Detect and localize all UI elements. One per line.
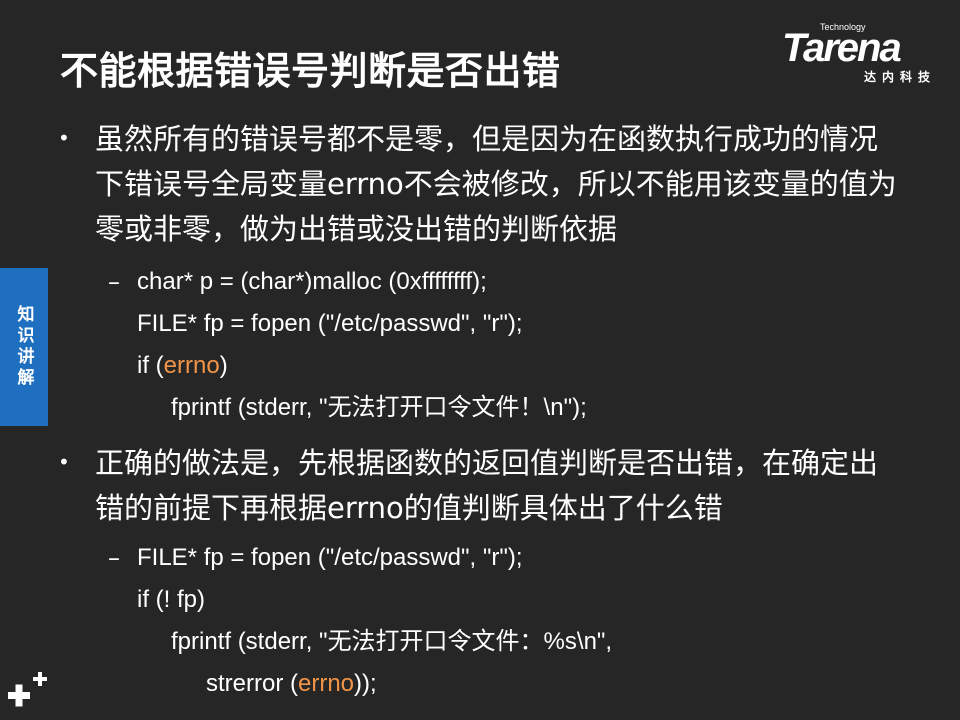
code-text: )); [354,670,377,697]
code-highlight-errno: errno [298,670,355,697]
dash-marker: – [108,544,120,572]
code-line: if (errno) [137,345,228,387]
code-highlight-errno: errno [163,352,220,379]
plus-decoration-icon [8,672,47,707]
slide-content: • 虽然所有的错误号都不是零，但是因为在函数执行成功的情况下错误号全局变量err… [0,0,960,720]
code-text: strerror ( [206,670,298,697]
bullet-marker: • [58,450,70,474]
dash-marker: – [108,268,120,296]
code-line: strerror (errno)); [206,663,377,705]
code-line: FILE* fp = fopen ("/etc/passwd", "r"); [137,544,523,571]
bullet-1-text: 虽然所有的错误号都不是零，但是因为在函数执行成功的情况下错误号全局变量errno… [95,122,897,246]
code-line: fprintf (stderr, "无法打开口令文件！\n"); [171,394,587,421]
code-line: FILE* fp = fopen ("/etc/passwd", "r"); [137,310,523,337]
code-line: fprintf (stderr, "无法打开口令文件：%s\n", [171,628,613,655]
code-line: if (! fp) [137,586,206,613]
code-line: char* p = (char*)malloc (0xffffffff); [137,268,487,295]
bullet-2-text: 正确的做法是，先根据函数的返回值判断是否出错，在确定出错的前提下再根据errno… [95,446,879,525]
code-text: if ( [137,352,164,379]
bullet-marker: • [58,126,70,150]
code-text: ) [219,352,228,379]
